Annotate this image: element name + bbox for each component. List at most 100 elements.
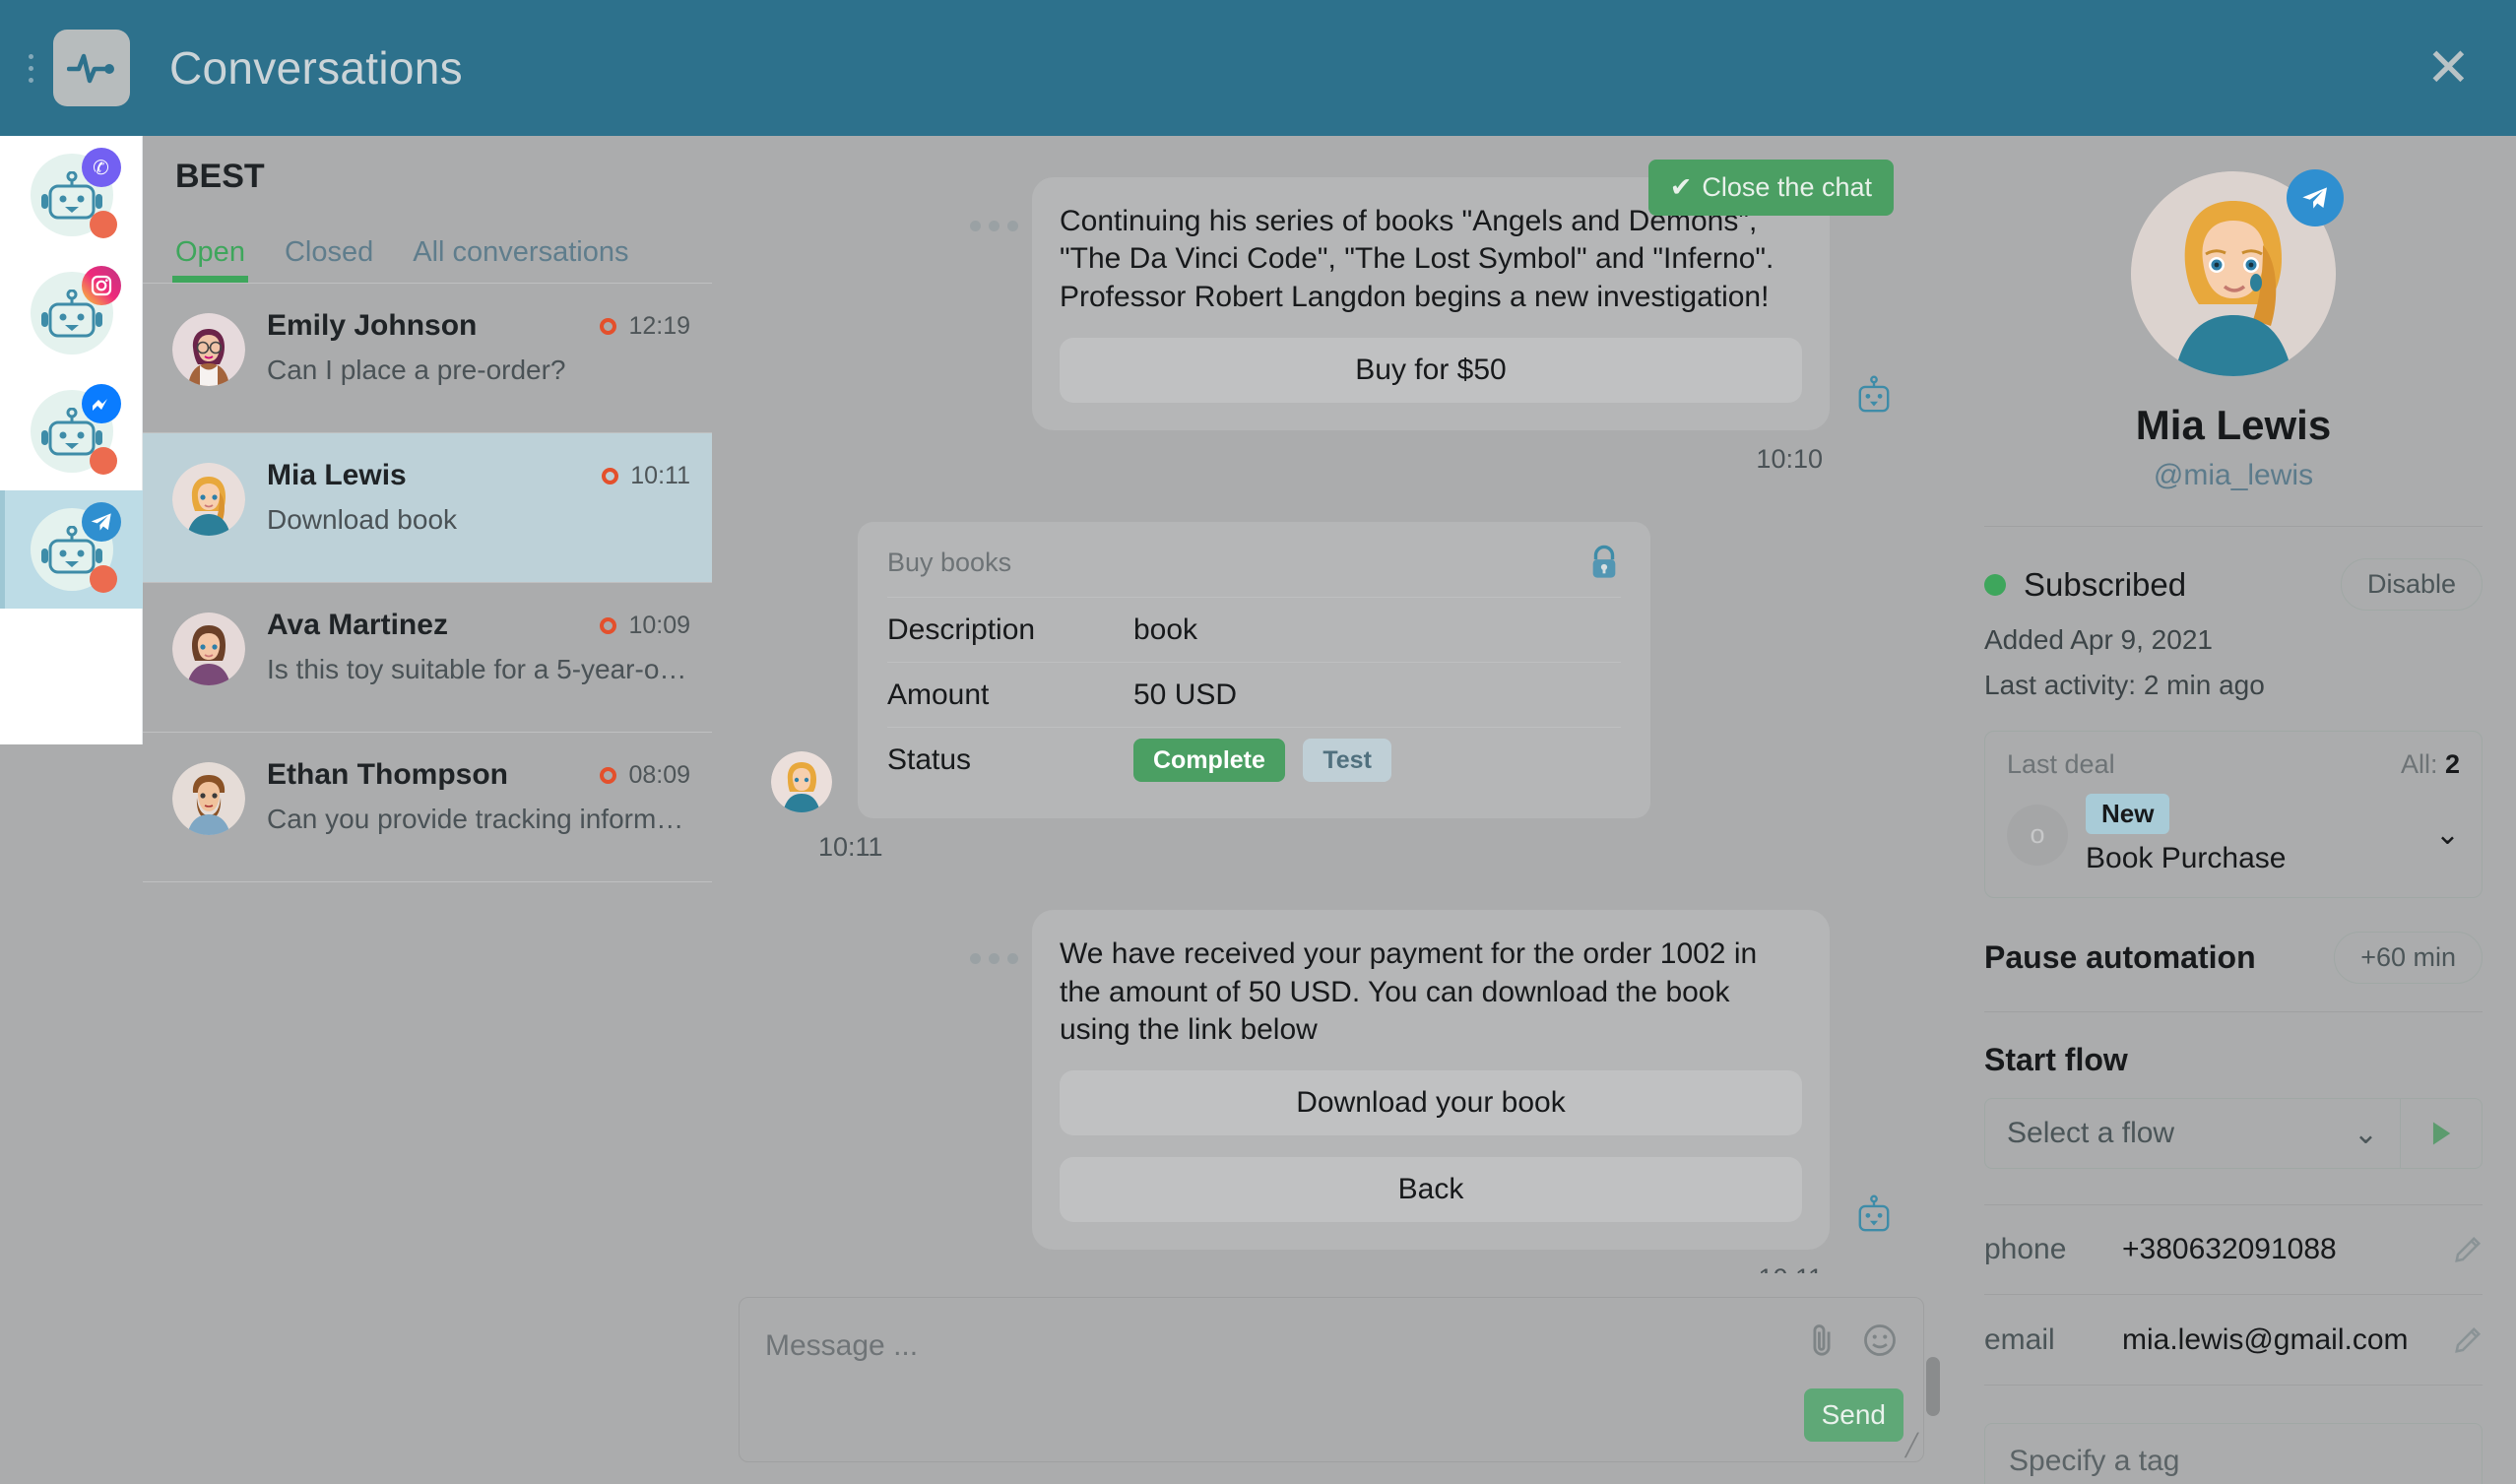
smiley-icon[interactable] [1862,1322,1898,1359]
message-button-download[interactable]: Download your book [1060,1070,1802,1136]
message-scroll-area[interactable]: Continuing his series of books "Angels a… [712,136,1951,1273]
resize-grip-icon[interactable]: ╱ [1905,1433,1918,1458]
robot-chip-icon [1858,1194,1890,1232]
message-options-icon[interactable] [970,953,1018,965]
payment-card-title: Buy books [887,547,1012,577]
bot-avatar [27,384,121,477]
pencil-icon[interactable] [2453,1235,2483,1264]
close-the-chat-button[interactable]: ✔ Close the chat [1647,160,1894,216]
bot-rail-item-viber[interactable]: ✆ [0,136,143,254]
play-icon [2432,1122,2451,1145]
check-icon: ✔ [1669,172,1693,202]
unread-ring-icon [600,617,617,635]
bot-rail-item-messenger[interactable] [0,372,143,490]
message-options-icon[interactable] [970,221,1018,231]
bot-rail: ✆ [0,136,143,744]
field-row-email: email mia.lewis@gmail.com [1984,1295,2483,1386]
deal-count: All: 2 [2400,749,2460,779]
tab-all-conversations[interactable]: All conversations [413,236,628,283]
chevron-down-icon[interactable]: ⌄ [2435,817,2460,852]
avatar-emily-icon [172,313,245,386]
field-key: phone [1984,1233,2067,1265]
bot-rail-item-telegram[interactable] [0,490,143,609]
field-key: email [1984,1323,2055,1356]
message-button-back[interactable]: Back [1060,1157,1802,1223]
conversation-preview: Can I place a pre-order? [267,355,566,385]
profile-avatar-wrap [2131,169,2344,376]
conversation-time: 12:19 [600,312,690,341]
avatar [172,762,245,835]
last-deal-header: Last deal All: 2 [2007,749,2460,780]
page-title: Conversations [169,42,463,94]
last-deal-card[interactable]: Last deal All: 2 o New Book Purchase ⌄ [1984,731,2483,898]
flow-select-value: Select a flow [2007,1117,2175,1149]
conversation-list-title: BEST [175,158,265,195]
unread-ring-icon [600,767,617,785]
kebab-menu-icon[interactable] [14,53,47,83]
status-badge-test: Test [1303,739,1391,783]
padlock-icon [1592,545,1616,578]
deal-stage-badge: New [2086,794,2170,834]
conversation-time: 10:11 [602,462,690,490]
conversation-item-mia-lewis[interactable]: Mia Lewis 10:11 Download book [143,433,712,583]
subscription-status-row: Subscribed Disable [1984,558,2483,611]
conversation-body: Mia Lewis 10:11 Download book [267,459,690,536]
conversation-body: Emily Johnson 12:19 Can I place a pre-or… [267,309,690,386]
added-date: Added Apr 9, 2021 [1984,624,2213,655]
message-text: Continuing his series of books "Angels a… [1060,205,1774,313]
tag-input[interactable]: Specify a tag [1984,1423,2483,1484]
status-dot-icon [1984,573,2006,596]
message-time-bot-1: 10:10 [1756,444,1823,475]
pencil-icon[interactable] [2453,1325,2483,1355]
conversation-name: Ava Martinez [267,609,448,641]
conversation-item-ava-martinez[interactable]: Ava Martinez 10:09 Is this toy suitable … [143,583,712,733]
conversation-time: 08:09 [600,761,690,790]
deal-avatar: o [2007,804,2068,866]
conversation-body: Ethan Thompson 08:09 Can you provide tra… [267,758,690,835]
last-deal-body: o New Book Purchase ⌄ [2007,794,2460,875]
bot-sender-icon [1851,1194,1897,1240]
paperclip-icon[interactable] [1805,1322,1839,1359]
robot-chip-icon [1858,375,1890,413]
divider [1984,1011,2483,1012]
message-composer[interactable]: Message ... Send ╱ [739,1297,1924,1462]
message-button-buy[interactable]: Buy for $50 [1060,338,1802,404]
start-flow-play-button[interactable] [2401,1099,2482,1168]
conversation-item-emily-johnson[interactable]: Emily Johnson 12:19 Can I place a pre-or… [143,284,712,433]
payment-key: Description [887,613,1036,646]
payment-card-header: Buy books [887,544,1621,599]
conversation-item-ethan-thompson[interactable]: Ethan Thompson 08:09 Can you provide tra… [143,733,712,882]
profile-handle: @mia_lewis [2153,459,2314,491]
avatar-ethan-icon [172,762,245,835]
close-icon[interactable]: ✕ [2426,41,2471,95]
message-time-bot-2: 10:11 [712,1250,1951,1273]
disable-button[interactable]: Disable [2340,558,2483,611]
payment-key: Amount [887,677,990,711]
divider [1984,526,2483,527]
flow-select[interactable]: Select a flow ⌄ [1985,1099,2401,1168]
telegram-glyph-icon [2302,187,2327,209]
chat-scrollbar[interactable] [1926,1357,1940,1416]
bot-avatar: ✆ [27,148,121,240]
status-badge-complete: Complete [1133,739,1285,783]
send-button[interactable]: Send [1803,1388,1903,1442]
instagram-icon [81,266,121,305]
avatar [172,313,245,386]
bot-rail-item-instagram[interactable] [0,254,143,372]
payment-card: Buy books Description book Amount 50 USD… [858,522,1650,819]
payment-row-amount: Amount 50 USD [887,663,1621,729]
unread-ring-icon [602,468,619,485]
conversation-name: Ethan Thompson [267,758,508,791]
conversation-preview: Can you provide tracking informa… [267,804,690,834]
pause-automation-button[interactable]: +60 min [2334,932,2483,984]
close-the-chat-label: Close the chat [1702,172,1872,202]
conversation-filter-tabs: Open Closed All conversations [143,196,712,283]
conversation-preview: Is this toy suitable for a 5-year-old? [267,654,690,684]
conversation-top-row: Mia Lewis 10:11 [267,459,690,492]
tab-closed[interactable]: Closed [285,236,373,283]
avatar-mia-icon [172,463,245,536]
messenger-glyph-icon [92,399,107,411]
tab-open[interactable]: Open [172,236,248,283]
message-input-placeholder[interactable]: Message ... [765,1329,918,1363]
pulse-logo-icon [53,30,130,106]
